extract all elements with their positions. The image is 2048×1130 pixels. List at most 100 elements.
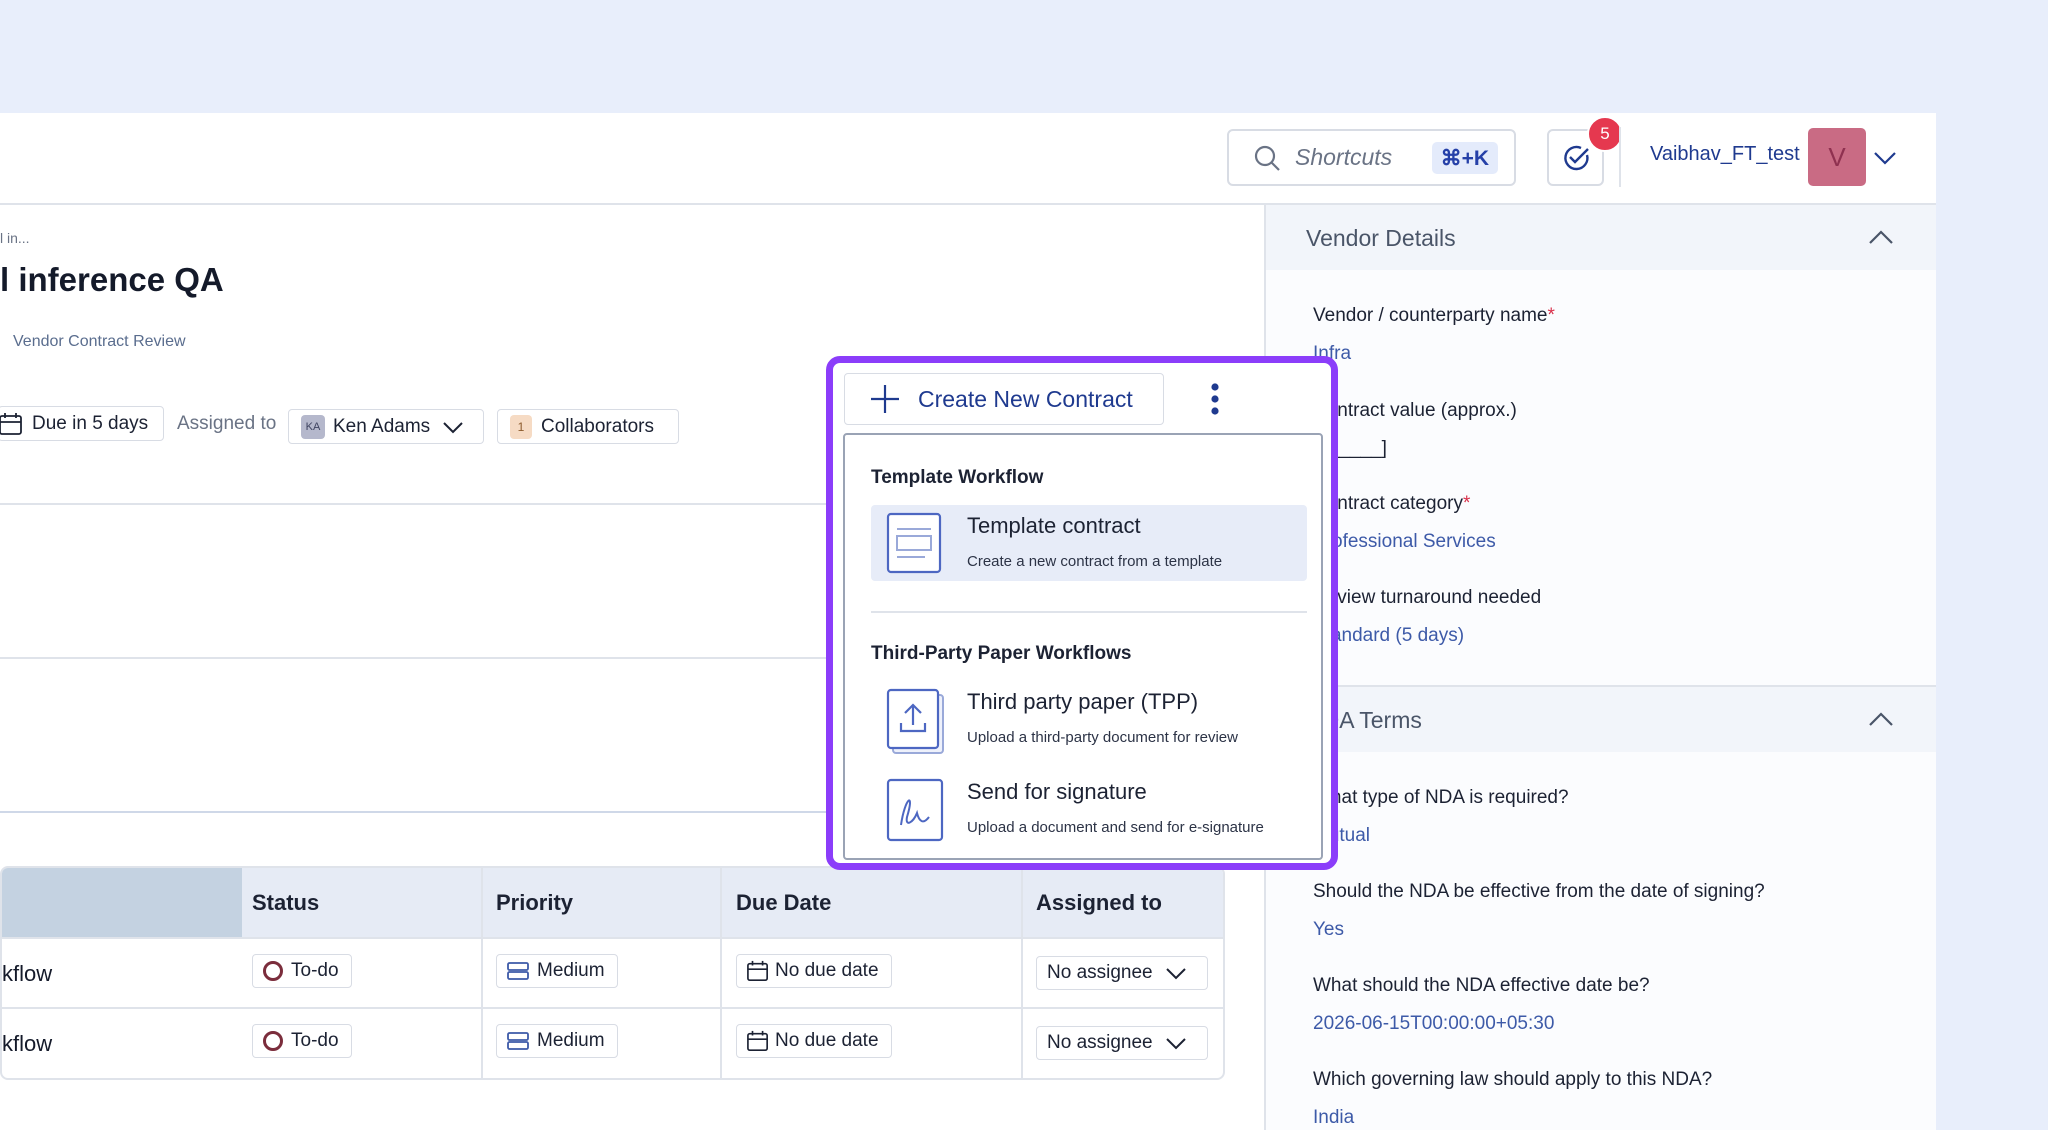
field-label: Vendor / counterparty name* [1313, 305, 1555, 326]
row-divider [2, 1007, 1223, 1009]
menu-item-title: Third party paper (TPP) [967, 689, 1199, 714]
column-divider [481, 868, 483, 1078]
priority-pill[interactable]: Medium [496, 954, 618, 988]
create-contract-popover: Create New Contract Template Workflow Te… [826, 356, 1338, 870]
chevron-down-icon [1165, 968, 1186, 980]
priority-text: Medium [537, 960, 605, 981]
menu-item-template-contract[interactable]: Template contract Create a new contract … [871, 505, 1307, 581]
menu-item-send-for-signature[interactable]: Send for signature Upload a document and… [871, 771, 1307, 847]
shortcut-hint: ⌘+K [1431, 142, 1498, 174]
due-date-text: No due date [775, 960, 879, 981]
field-value: India [1313, 1107, 1355, 1128]
chevron-down-icon [443, 421, 463, 433]
template-doc-icon [886, 512, 942, 574]
table-header-name-cell [2, 868, 242, 937]
assignee-text: No assignee [1047, 1032, 1153, 1053]
create-new-contract-label: Create New Contract [918, 385, 1133, 412]
menu-item-subtitle: Create a new contract from a template [967, 553, 1223, 570]
menu-divider [871, 611, 1307, 613]
table-row-name[interactable]: kflow [2, 961, 52, 987]
priority-medium-icon [507, 962, 529, 980]
username[interactable]: Vaibhav_FT_test [1650, 143, 1800, 166]
table-header: Status Priority Due Date Assigned to [2, 868, 1223, 937]
chevron-down-icon [1165, 1038, 1186, 1050]
kebab-menu-icon [1211, 383, 1219, 415]
field-value: Yes [1313, 919, 1344, 940]
app-window: Shortcuts ⌘+K 5 Vaibhav_FT_test V l in..… [0, 113, 1936, 1130]
due-date-pill[interactable]: No due date [736, 954, 892, 988]
status-pill[interactable]: To-do [252, 1024, 352, 1058]
assignee-select[interactable]: No assignee [1036, 1026, 1208, 1060]
top-bar: Shortcuts ⌘+K 5 Vaibhav_FT_test V [0, 113, 1936, 205]
row-divider [2, 937, 1223, 939]
chevron-up-icon [1869, 712, 1893, 726]
create-new-contract-button[interactable]: Create New Contract [844, 373, 1164, 425]
menu-item-subtitle: Upload a document and send for e-signatu… [967, 819, 1264, 836]
assignee-avatar: KA [301, 414, 325, 439]
menu-item-title: Send for signature [967, 779, 1147, 804]
due-text: Due in 5 days [32, 412, 149, 434]
menu-item-third-party-paper[interactable]: Third party paper (TPP) Upload a third-p… [871, 681, 1307, 757]
due-date-chip[interactable]: Due in 5 days [0, 406, 164, 441]
chevron-up-icon [1869, 230, 1893, 244]
calendar-icon [747, 1030, 768, 1051]
vendor-details-title: Vendor Details [1306, 225, 1456, 251]
menu-item-subtitle: Upload a third-party document for review [967, 729, 1238, 746]
field-label: Contract value (approx.) [1313, 400, 1517, 421]
due-date-pill[interactable]: No due date [736, 1024, 892, 1058]
header-divider [1619, 127, 1621, 187]
vendor-details-header[interactable]: Vendor Details [1266, 205, 1936, 270]
priority-medium-icon [507, 1032, 529, 1050]
assignee-name: Ken Adams [333, 415, 431, 437]
assignee-dropdown[interactable]: KA Ken Adams [288, 409, 484, 444]
status-pill[interactable]: To-do [252, 954, 352, 988]
column-assigned-to[interactable]: Assigned to [1036, 868, 1162, 937]
field-label: Which governing law should apply to this… [1313, 1069, 1713, 1090]
page-title: l inference QA [0, 261, 224, 298]
template-workflow-heading: Template Workflow [871, 467, 1044, 488]
column-priority[interactable]: Priority [496, 868, 573, 937]
status-text: To-do [291, 960, 339, 981]
breadcrumb[interactable]: l in... [0, 230, 30, 246]
priority-pill[interactable]: Medium [496, 1024, 618, 1058]
field-label: What type of NDA is required? [1313, 787, 1569, 808]
table-row-name[interactable]: kflow [2, 1031, 52, 1057]
assigned-to-label: Assigned to [177, 413, 277, 434]
field-label: What should the NDA effective date be? [1313, 975, 1650, 996]
chevron-down-icon[interactable] [1872, 145, 1898, 171]
column-due-date[interactable]: Due Date [736, 868, 831, 937]
assignee-text: No assignee [1047, 962, 1153, 983]
search-icon [1254, 145, 1280, 171]
column-status[interactable]: Status [252, 868, 319, 937]
priority-text: Medium [537, 1030, 605, 1051]
details-panel: Vendor Details Vendor / counterparty nam… [1264, 205, 1936, 1130]
calendar-icon [747, 960, 768, 981]
field-value: Professional Services [1313, 531, 1496, 552]
field-value: 2026-06-15T00:00:00+05:30 [1313, 1013, 1555, 1034]
more-options-button[interactable] [1189, 373, 1241, 425]
due-date-text: No due date [775, 1030, 879, 1051]
column-divider [720, 868, 722, 1078]
shortcuts-search[interactable]: Shortcuts ⌘+K [1227, 129, 1516, 186]
contract-type-menu: Template Workflow Template contract Crea… [843, 433, 1323, 860]
collaborators-chip[interactable]: 1 Collaborators [497, 409, 679, 444]
status-text: To-do [291, 1030, 339, 1051]
calendar-icon [0, 412, 22, 435]
field-label: Should the NDA be effective from the dat… [1313, 881, 1765, 902]
assignee-select[interactable]: No assignee [1036, 956, 1208, 990]
field-label: Review turnaround needed [1313, 587, 1542, 608]
signature-doc-icon [886, 778, 944, 842]
collaborators-label: Collaborators [541, 415, 654, 437]
plus-icon [871, 385, 899, 413]
search-placeholder: Shortcuts [1295, 144, 1393, 170]
nda-terms-header[interactable]: NDA Terms [1266, 687, 1936, 752]
page-subtitle[interactable]: Vendor Contract Review [13, 333, 186, 351]
menu-item-title: Template contract [967, 513, 1141, 538]
check-circle-icon [1563, 145, 1589, 170]
todo-circle-icon [263, 1031, 283, 1051]
upload-doc-icon [886, 688, 944, 754]
third-party-workflows-heading: Third-Party Paper Workflows [871, 643, 1132, 664]
column-divider [1021, 868, 1023, 1078]
avatar[interactable]: V [1808, 128, 1866, 186]
todo-circle-icon [263, 961, 283, 981]
